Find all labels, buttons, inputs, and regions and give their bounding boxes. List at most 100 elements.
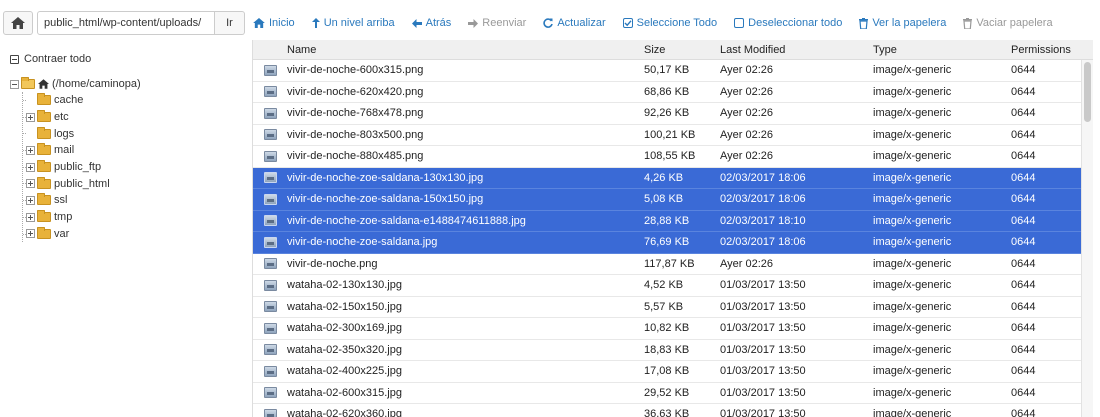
image-file-icon — [263, 279, 277, 291]
table-row[interactable]: wataha-02-350x320.jpg 18,83 KB 01/03/201… — [253, 339, 1093, 361]
file-modified: Ayer 02:26 — [720, 150, 774, 163]
file-modified: Ayer 02:26 — [720, 107, 774, 120]
table-row[interactable]: vivir-de-noche-803x500.png 100,21 KB Aye… — [253, 124, 1093, 146]
tree-item-etc[interactable]: etc — [23, 109, 250, 126]
tree-item-public-ftp[interactable]: public_ftp — [23, 159, 250, 176]
vertical-scrollbar[interactable] — [1081, 60, 1093, 417]
image-file-icon — [263, 172, 277, 184]
deselect-all-button[interactable]: Deseleccionar todo — [734, 17, 842, 29]
table-row-selected[interactable]: vivir-de-noche-zoe-saldana-150x150.jpg 5… — [253, 189, 1093, 211]
table-row[interactable]: vivir-de-noche-600x315.png 50,17 KB Ayer… — [253, 60, 1093, 82]
expand-toggle-icon[interactable] — [26, 195, 35, 205]
file-permissions: 0644 — [1011, 214, 1036, 227]
tree-item-ssl[interactable]: ssl — [23, 192, 250, 209]
refresh-button[interactable]: Actualizar — [543, 17, 606, 29]
table-row[interactable]: vivir-de-noche-880x485.png 108,55 KB Aye… — [253, 146, 1093, 168]
toolbar-home-button[interactable]: Inicio — [253, 17, 295, 29]
expand-toggle-icon[interactable] — [26, 179, 35, 189]
select-all-button[interactable]: Seleccione Todo — [622, 17, 717, 29]
table-row[interactable]: wataha-02-620x360.jpg 36,63 KB 01/03/201… — [253, 404, 1093, 417]
tree-children: cache etc logs mail public_ftp public_ht… — [22, 92, 250, 243]
home-icon — [11, 17, 25, 29]
folder-icon — [37, 226, 51, 239]
table-header: Name Size Last Modified Type Permissions — [253, 40, 1093, 60]
back-button[interactable]: Atrás — [411, 17, 451, 29]
file-size: 5,08 KB — [644, 193, 684, 206]
table-row[interactable]: vivir-de-noche-768x478.png 92,26 KB Ayer… — [253, 103, 1093, 125]
folder-icon — [37, 210, 51, 223]
empty-trash-button[interactable]: Vaciar papelera — [963, 17, 1053, 29]
file-type: image/x-generic — [873, 107, 952, 120]
view-trash-button[interactable]: Ver la papelera — [859, 17, 946, 29]
tree-item-cache[interactable]: cache — [23, 92, 250, 109]
file-name: wataha-02-300x169.jpg — [287, 322, 402, 335]
table-row[interactable]: wataha-02-600x315.jpg 29,52 KB 01/03/201… — [253, 382, 1093, 404]
tree-item-var[interactable]: var — [23, 226, 250, 243]
collapse-icon — [10, 54, 19, 64]
expand-toggle-icon[interactable] — [26, 162, 35, 172]
table-row[interactable]: wataha-02-400x225.jpg 17,08 KB 01/03/201… — [253, 361, 1093, 383]
file-permissions: 0644 — [1011, 64, 1036, 77]
file-modified: 01/03/2017 13:50 — [720, 300, 806, 313]
table-body: vivir-de-noche-600x315.png 50,17 KB Ayer… — [253, 60, 1093, 417]
header-type[interactable]: Type — [873, 44, 1011, 56]
path-input[interactable] — [37, 11, 215, 35]
tree-root[interactable]: (/home/caminopa) — [10, 76, 250, 92]
tree-item-label: logs — [54, 127, 75, 140]
table-row[interactable]: vivir-de-noche-620x420.png 68,86 KB Ayer… — [253, 81, 1093, 103]
file-type: image/x-generic — [873, 150, 952, 163]
file-type: image/x-generic — [873, 214, 952, 227]
table-row-selected[interactable]: vivir-de-noche-zoe-saldana-e148847461188… — [253, 210, 1093, 232]
file-size: 10,82 KB — [644, 322, 690, 335]
file-permissions: 0644 — [1011, 150, 1036, 163]
file-size: 18,83 KB — [644, 343, 690, 356]
refresh-label: Actualizar — [557, 17, 606, 29]
expand-toggle-icon[interactable] — [26, 212, 35, 222]
tree-item-label: var — [54, 227, 70, 240]
tree-item-public-html[interactable]: public_html — [23, 175, 250, 192]
collapse-toggle-icon[interactable] — [10, 79, 19, 89]
file-modified: 02/03/2017 18:10 — [720, 214, 806, 227]
file-permissions: 0644 — [1011, 107, 1036, 120]
header-name[interactable]: Name — [287, 44, 644, 56]
table-row[interactable]: vivir-de-noche.png 117,87 KB Ayer 02:26 … — [253, 253, 1093, 275]
tree-item-tmp[interactable]: tmp — [23, 209, 250, 226]
file-modified: 01/03/2017 13:50 — [720, 386, 806, 399]
file-name: wataha-02-400x225.jpg — [287, 365, 402, 378]
table-row-selected[interactable]: vivir-de-noche-zoe-saldana-130x130.jpg 4… — [253, 167, 1093, 189]
expand-toggle-icon[interactable] — [26, 112, 35, 122]
header-permissions[interactable]: Permissions — [1011, 44, 1081, 56]
image-file-icon — [263, 258, 277, 270]
expand-toggle-icon[interactable] — [26, 229, 35, 239]
expand-toggle-icon[interactable] — [26, 145, 35, 155]
file-size: 117,87 KB — [644, 257, 695, 270]
go-button[interactable]: Ir — [215, 11, 245, 35]
file-name: vivir-de-noche-620x420.png — [287, 85, 424, 98]
header-size[interactable]: Size — [644, 44, 720, 56]
trash-icon — [859, 17, 869, 29]
image-file-icon — [263, 86, 277, 98]
checkbox-empty-icon — [734, 18, 745, 28]
tree-item-logs[interactable]: logs — [23, 125, 250, 142]
table-row[interactable]: wataha-02-130x130.jpg 4,52 KB 01/03/2017… — [253, 275, 1093, 297]
header-last-modified[interactable]: Last Modified — [720, 44, 873, 56]
file-type: image/x-generic — [873, 64, 952, 77]
image-file-icon — [263, 365, 277, 377]
scrollbar-thumb[interactable] — [1084, 62, 1091, 122]
table-row[interactable]: wataha-02-300x169.jpg 10,82 KB 01/03/201… — [253, 318, 1093, 340]
image-file-icon — [263, 236, 277, 248]
folder-icon — [37, 93, 51, 106]
file-type: image/x-generic — [873, 386, 952, 399]
table-row[interactable]: wataha-02-150x150.jpg 5,57 KB 01/03/2017… — [253, 296, 1093, 318]
collapse-all-button[interactable]: Contraer todo — [10, 50, 250, 68]
home-icon — [253, 18, 265, 28]
level-up-icon — [311, 18, 320, 28]
file-size: 92,26 KB — [644, 107, 690, 120]
home-button[interactable] — [3, 11, 33, 35]
folder-icon — [37, 176, 51, 189]
level-up-button[interactable]: Un nivel arriba — [311, 17, 395, 29]
tree-item-mail[interactable]: mail — [23, 142, 250, 159]
table-row-selected[interactable]: vivir-de-noche-zoe-saldana.jpg 76,69 KB … — [253, 232, 1093, 254]
file-type: image/x-generic — [873, 365, 952, 378]
forward-button[interactable]: Reenviar — [468, 17, 526, 29]
